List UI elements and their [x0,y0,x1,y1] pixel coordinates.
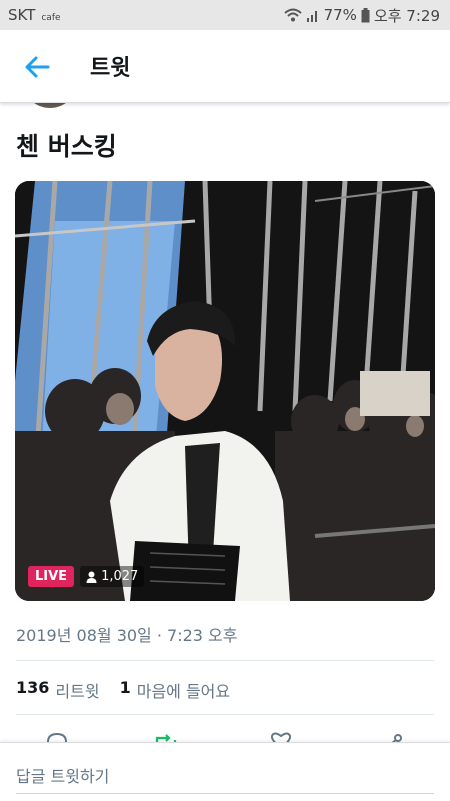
reply-input[interactable]: 답글 트윗하기 [16,763,109,787]
retweet-count[interactable]: 136 [16,678,49,702]
like-label[interactable]: 마음에 들어요 [137,678,230,702]
page-title: 트윗 [90,56,131,81]
app-bar: 트윗 [0,30,450,103]
viewer-count: 1,027 [80,566,145,587]
clock: 오후 7:29 [373,6,440,25]
back-arrow-icon[interactable] [22,52,52,82]
carrier-sub-label: cafe [41,13,61,23]
video-frame-image [15,181,435,601]
retweet-label[interactable]: 리트윗 [55,678,99,702]
tweet-timestamp: 2019년 08월 30일 · 7:23 오후 [16,626,238,645]
tweet-stats: 136 리트윗 1 마음에 들어요 [16,678,244,702]
signal-icon [306,11,317,22]
divider [16,714,434,715]
battery-icon [361,7,370,22]
reply-bar: 답글 트윗하기 [0,742,450,801]
live-video[interactable] [15,181,435,601]
live-badge: LIVE [28,566,75,587]
viewer-count-value: 1,027 [101,569,139,584]
battery-percent: 77% [323,6,357,24]
wifi-icon [283,8,302,22]
live-indicator: LIVE 1,027 [28,566,145,587]
person-icon [86,571,97,583]
status-bar: SKT cafe 77% 오후 7:29 [0,0,450,30]
like-count[interactable]: 1 [120,678,131,702]
divider [16,660,434,661]
carrier-label: SKT [8,6,36,24]
tweet-text: 첸 버스킹 [16,132,117,161]
reply-input-underline [16,793,434,794]
